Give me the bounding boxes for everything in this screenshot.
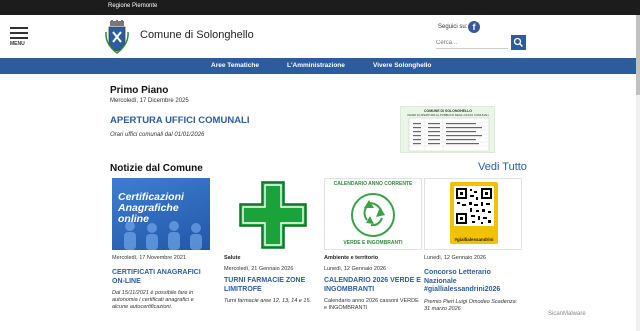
scrollbar-thumb[interactable]	[636, 15, 640, 95]
site-header: MENU Comune di Solonghello Seguici su: f	[0, 15, 640, 58]
menu-label: MENU	[10, 41, 25, 47]
nav-item-vivere-solonghello[interactable]: Vivere Solonghello	[373, 62, 431, 69]
main-nav: Aree Tematiche L'Amministrazione Vivere …	[0, 58, 636, 74]
card-description: Calendario anno 2026 cassoni VERDE e ING…	[324, 298, 419, 311]
search-input[interactable]	[436, 37, 508, 49]
card-image-certificazioni[interactable]: Certificazioni Anagrafiche online	[112, 178, 210, 250]
hamburger-icon	[10, 27, 28, 29]
card-description: Turni farmacie aree 12, 13, 14 e 15.	[224, 298, 312, 304]
qr-code-icon	[454, 186, 494, 226]
card-title-link[interactable]: CALENDARIO 2026 VERDE E INGOMBRANTI	[324, 277, 422, 294]
orari-image[interactable]: COMUNE DI SOLONGHELLO ORARI DI APERTURA …	[400, 106, 495, 153]
nav-item-amministrazione[interactable]: L'Amministrazione	[287, 62, 345, 69]
card-image-text: #giallialessandrini	[454, 237, 494, 242]
card-category[interactable]: Salute	[224, 255, 322, 261]
card-description: Premio Pieri Luigi Omodeo Scadenza: 31 m…	[424, 298, 518, 312]
site-title[interactable]: Comune di Solonghello	[140, 29, 254, 41]
primo-piano-heading: Primo Piano	[110, 85, 169, 96]
news-card-concorso: #giallialessandrini Lunedì, 12 Gennaio 2…	[424, 178, 522, 313]
card-date: Lunedì, 12 Gennaio 2026	[424, 255, 487, 261]
search-button[interactable]	[511, 35, 526, 50]
orari-table-graphic: COMUNE DI SOLONGHELLO ORARI DI APERTURA …	[407, 109, 490, 152]
nav-item-aree-tematiche[interactable]: Aree Tematiche	[211, 62, 259, 69]
notizie-heading: Notizie dal Comune	[110, 163, 203, 174]
card-image-text: VERDE E INGOMBRANTI	[343, 240, 403, 246]
card-title-link[interactable]: CERTIFICATI ANAGRAFICI ON-LINE	[112, 269, 210, 286]
card-image-calendario[interactable]: CALENDARIO ANNO CORRENTE VERDE E INGOMBR…	[324, 178, 422, 250]
pharmacy-cross-icon	[239, 181, 307, 249]
top-bar: Regione Piemonte	[0, 0, 640, 15]
news-card-calendario: CALENDARIO ANNO CORRENTE VERDE E INGOMBR…	[324, 178, 422, 312]
primo-piano-title-link[interactable]: APERTURA UFFICI COMUNALI	[110, 115, 250, 126]
card-date: Lunedì, 12 Gennaio 2026	[324, 266, 387, 272]
card-image-pharmacy[interactable]	[224, 178, 322, 250]
search-icon	[513, 37, 523, 47]
card-image-qr[interactable]: #giallialessandrini	[424, 178, 522, 250]
page-scrollbar[interactable]	[636, 15, 640, 331]
primo-piano-date: Mercoledì, 17 Dicembre 2025	[110, 98, 189, 104]
coat-of-arms-icon[interactable]	[105, 20, 129, 54]
facebook-icon[interactable]: f	[468, 21, 480, 33]
region-link[interactable]: Regione Piemonte	[108, 3, 157, 9]
card-date: Mercoledì, 21 Gennaio 2026	[224, 266, 294, 272]
card-date: Mercoledì, 17 Novembre 2021	[112, 255, 186, 261]
menu-button[interactable]: MENU	[10, 27, 28, 47]
follow-label: Seguici su:	[438, 24, 468, 30]
card-category[interactable]: Ambiente e territorio	[324, 255, 422, 261]
vedi-tutto-link[interactable]: Vedi Tutto	[478, 161, 527, 173]
orari-image-subtitle: ORARI DI APERTURA AL PUBBLICO DEGLI UFFI…	[407, 113, 489, 117]
card-image-text: Certificazioni Anagrafiche online	[118, 191, 184, 225]
news-card-certificati: Certificazioni Anagrafiche online Mercol…	[112, 178, 210, 311]
card-title-link[interactable]: Concorso Letterario Nazionale #gialliale…	[424, 269, 522, 295]
primo-piano-subtitle: Orari uffici comunali dal 01/01/2026	[110, 132, 205, 138]
news-card-farmacie: Salute Mercoledì, 21 Gennaio 2026 TURNI …	[224, 178, 322, 305]
card-description: Dal 15/11/2021 è possibile fare in auton…	[112, 290, 194, 310]
watermark-badge: SicanMalware	[548, 311, 586, 317]
card-title-link[interactable]: TURNI FARMACIE ZONE LIMITROFE	[224, 277, 322, 294]
